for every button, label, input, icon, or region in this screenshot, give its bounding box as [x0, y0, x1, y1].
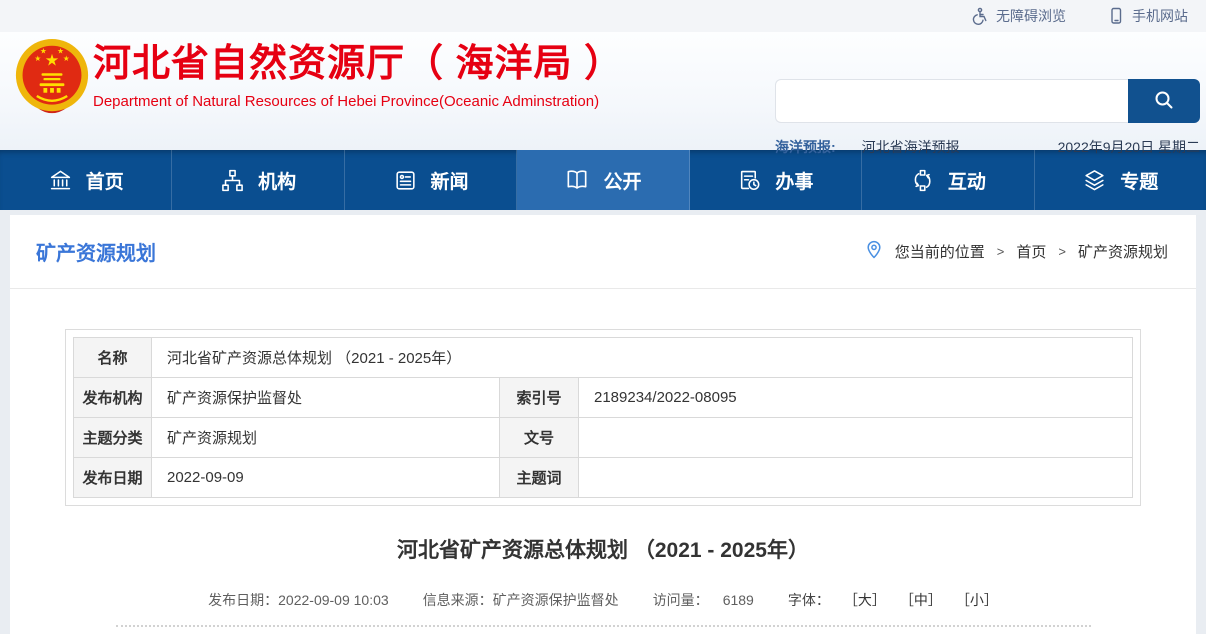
main-nav: 首页 机构 新闻	[0, 150, 1206, 210]
meta-publish-label: 发布日期：	[208, 592, 278, 608]
info-value-name: 河北省矿产资源总体规划 （2021 - 2025年）	[152, 338, 1133, 378]
info-label-name: 名称	[74, 338, 152, 378]
nav-item-services[interactable]: 办事	[690, 150, 862, 210]
article-title: 河北省矿产资源总体规划 （2021 - 2025年）	[10, 534, 1196, 564]
meta-publish-value: 2022-09-09 10:03	[278, 592, 389, 608]
breadcrumb-separator: >	[1058, 244, 1066, 259]
nav-item-organization[interactable]: 机构	[172, 150, 344, 210]
sync-arrows-icon	[910, 168, 935, 193]
svg-text:★: ★	[40, 46, 47, 55]
page-section-title: 矿产资源规划	[36, 237, 156, 266]
meta-source: 信息来源：矿产资源保护监督处	[423, 590, 619, 610]
font-size-switcher: 字体： ［大］ ［中］ ［小］	[788, 590, 998, 610]
nav-label: 专题	[1120, 167, 1158, 194]
search-input[interactable]	[775, 79, 1128, 123]
document-clock-icon	[737, 168, 762, 193]
info-value-index-number: 2189234/2022-08095	[579, 378, 1133, 418]
meta-source-label: 信息来源：	[423, 592, 493, 608]
breadcrumb-separator: >	[997, 244, 1005, 259]
meta-views-label: 访问量：	[653, 592, 709, 608]
top-utility-bar: 无障碍浏览 手机网站	[0, 0, 1206, 32]
breadcrumb-location-label: 您当前的位置	[895, 241, 985, 262]
meta-publish-date: 发布日期：2022-09-09 10:03	[208, 590, 389, 610]
site-subtitle-english: Department of Natural Resources of Hebei…	[93, 93, 623, 110]
site-title-block: 河北省自然资源厅（ 海洋局 ） Department of Natural Re…	[93, 43, 623, 110]
font-size-label: 字体：	[788, 590, 830, 610]
breadcrumb-item-home[interactable]: 首页	[1016, 241, 1046, 262]
font-size-small-button[interactable]: ［小］	[956, 590, 998, 610]
site-header: ★ ★ ★ ★ ★ 河北省自然资源厅（ 海洋局 ） Department of …	[0, 32, 1206, 150]
mobile-phone-icon	[1108, 7, 1124, 25]
info-label-topic-category: 主题分类	[74, 418, 152, 458]
nav-label: 机构	[258, 167, 296, 194]
meta-views-value: 6189	[723, 592, 754, 608]
nav-item-interaction[interactable]: 互动	[862, 150, 1034, 210]
info-value-topic-category: 矿产资源规划	[152, 418, 500, 458]
main-content: 矿产资源规划 您当前的位置 > 首页 > 矿产资源规划 名称 河北省矿产资源总体…	[10, 215, 1196, 634]
breadcrumb-band: 矿产资源规划 您当前的位置 > 首页 > 矿产资源规划	[10, 215, 1196, 289]
home-building-icon	[48, 168, 73, 193]
accessibility-link[interactable]: 无障碍浏览	[970, 6, 1066, 26]
info-value-doc-number	[579, 418, 1133, 458]
nav-item-special-topics[interactable]: 专题	[1035, 150, 1206, 210]
accessibility-label: 无障碍浏览	[996, 6, 1066, 26]
wheelchair-icon	[970, 7, 988, 25]
search-icon	[1152, 88, 1176, 115]
document-info-table-container: 名称 河北省矿产资源总体规划 （2021 - 2025年） 发布机构 矿产资源保…	[65, 329, 1141, 506]
newspaper-icon	[393, 168, 418, 193]
font-size-large-button[interactable]: ［大］	[844, 590, 886, 610]
nav-item-home[interactable]: 首页	[0, 150, 172, 210]
document-info-table: 名称 河北省矿产资源总体规划 （2021 - 2025年） 发布机构 矿产资源保…	[73, 337, 1133, 498]
nav-label: 新闻	[431, 167, 469, 194]
table-row: 发布机构 矿产资源保护监督处 索引号 2189234/2022-08095	[74, 378, 1133, 418]
info-value-keywords	[579, 458, 1133, 498]
info-label-keywords: 主题词	[500, 458, 579, 498]
info-label-publish-date: 发布日期	[74, 458, 152, 498]
nav-label: 公开	[603, 167, 641, 194]
article-meta-row: 发布日期：2022-09-09 10:03 信息来源：矿产资源保护监督处 访问量…	[10, 590, 1196, 610]
info-label-doc-number: 文号	[500, 418, 579, 458]
mobile-site-link[interactable]: 手机网站	[1108, 6, 1188, 26]
info-label-index-number: 索引号	[500, 378, 579, 418]
search-area: 海洋预报: 河北省海洋预报 2022年9月20日 星期二	[775, 79, 1200, 157]
table-row: 主题分类 矿产资源规划 文号	[74, 418, 1133, 458]
svg-text:★: ★	[63, 54, 70, 63]
nav-item-public-disclosure[interactable]: 公开	[517, 150, 689, 210]
breadcrumb: 您当前的位置 > 首页 > 矿产资源规划	[865, 240, 1168, 264]
info-value-publish-date: 2022-09-09	[152, 458, 500, 498]
dotted-divider	[116, 625, 1091, 627]
nav-item-news[interactable]: 新闻	[345, 150, 517, 210]
nav-label: 首页	[86, 167, 124, 194]
org-chart-icon	[220, 168, 245, 193]
nav-label: 办事	[775, 167, 813, 194]
info-label-publisher: 发布机构	[74, 378, 152, 418]
meta-views: 访问量： 6189	[653, 590, 754, 610]
site-title: 河北省自然资源厅（ 海洋局 ）	[93, 43, 623, 87]
info-value-publisher: 矿产资源保护监督处	[152, 378, 500, 418]
layers-icon	[1082, 168, 1107, 193]
mobile-site-label: 手机网站	[1132, 6, 1188, 26]
location-pin-icon	[865, 240, 883, 264]
table-row: 发布日期 2022-09-09 主题词	[74, 458, 1133, 498]
meta-source-value: 矿产资源保护监督处	[493, 592, 619, 608]
national-emblem-logo: ★ ★ ★ ★ ★	[14, 37, 90, 124]
table-row: 名称 河北省矿产资源总体规划 （2021 - 2025年）	[74, 338, 1133, 378]
search-button[interactable]	[1128, 79, 1200, 123]
open-book-icon	[564, 167, 590, 193]
nav-label: 互动	[948, 167, 986, 194]
breadcrumb-item-current[interactable]: 矿产资源规划	[1078, 241, 1168, 262]
font-size-medium-button[interactable]: ［中］	[900, 590, 942, 610]
